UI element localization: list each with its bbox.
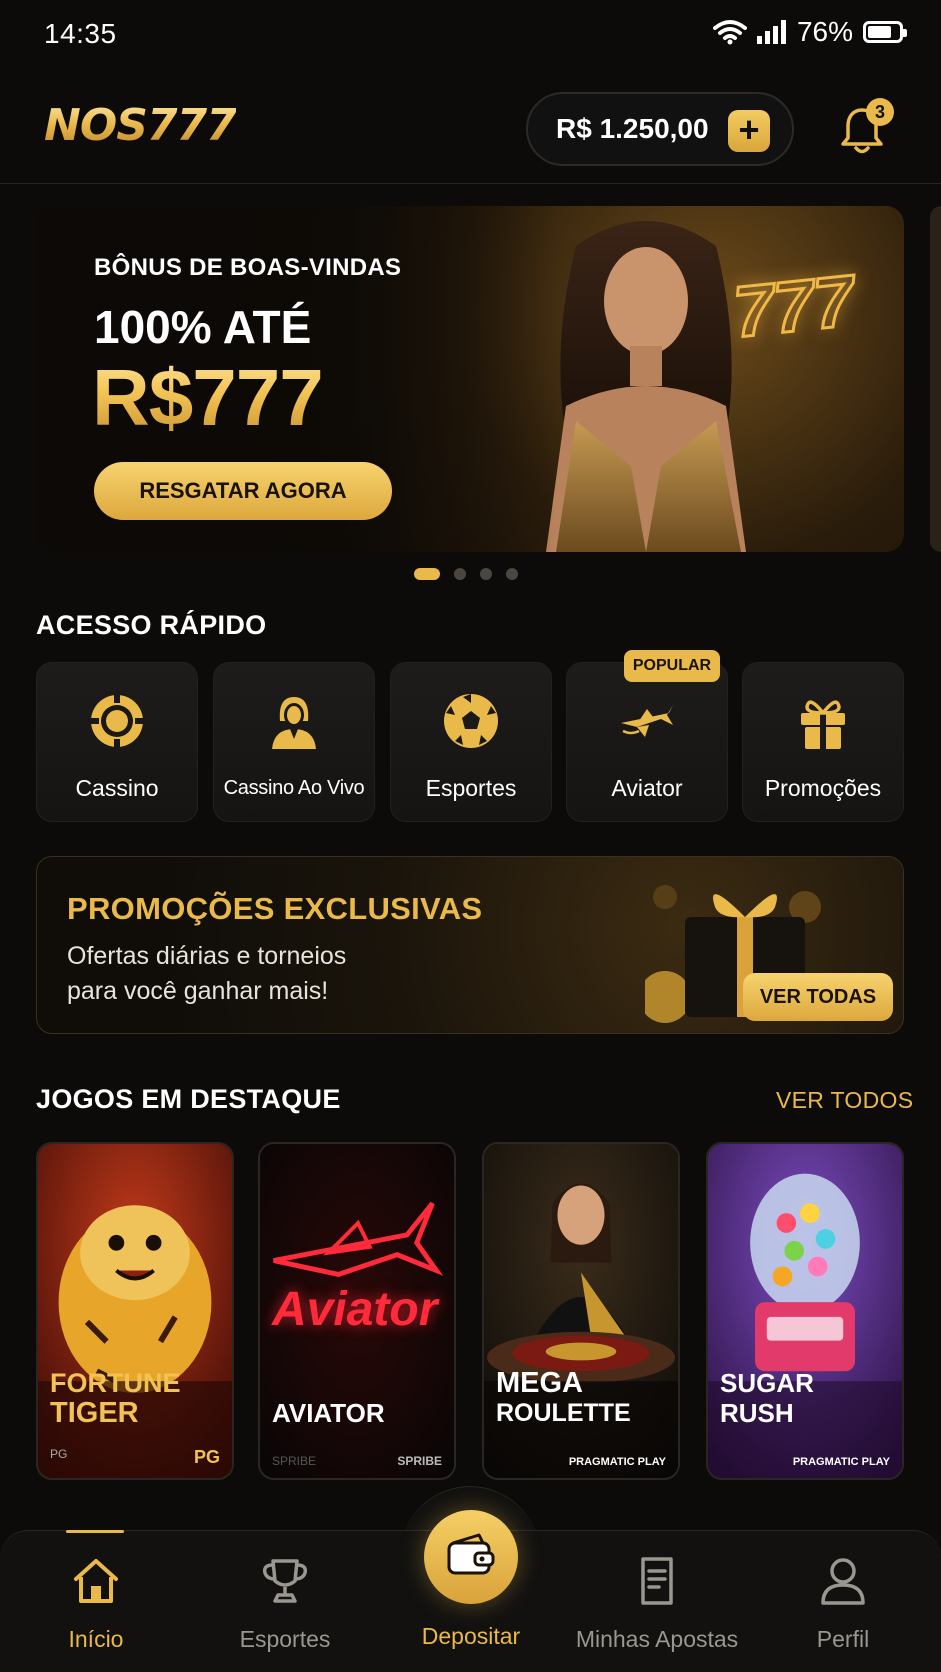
balance-pill[interactable]: R$ 1.250,00 +	[526, 92, 794, 166]
game-title-line2: ROULETTE	[496, 1399, 631, 1427]
gift-icon	[801, 700, 845, 749]
provider-left: PG	[50, 1447, 68, 1461]
nav-label: Perfil	[816, 1626, 870, 1652]
game-provider: SPRIBE SPRIBE	[272, 1454, 442, 1468]
wallet-icon	[447, 1533, 495, 1575]
nav-minhas-apostas[interactable]: Minhas Apostas	[572, 1555, 742, 1653]
deposit-button[interactable]	[424, 1510, 518, 1604]
aviator-logo-text: Aviator	[272, 1283, 438, 1336]
quick-access-label: Promoções	[764, 775, 882, 801]
game-title-line1: MEGA	[496, 1367, 583, 1399]
promo-subtitle: Ofertas diárias e torneios para você gan…	[67, 942, 347, 1005]
game-provider: PRAGMATIC PLAY	[720, 1456, 890, 1468]
wifi-icon	[712, 20, 747, 45]
hero-amount: R$777	[92, 353, 324, 442]
soccer-ball-icon	[444, 694, 498, 748]
notification-badge: 3	[866, 98, 894, 126]
quick-access-title: ACESSO RÁPIDO	[36, 610, 267, 640]
nav-label: Início	[68, 1626, 124, 1652]
nav-active-indicator	[66, 1530, 124, 1533]
balance-amount: R$ 1.250,00	[556, 113, 709, 144]
hero-banner[interactable]: 777 BÔNUS DE BOAS-VINDAS 100% ATÉ R$777 …	[36, 206, 904, 552]
game-provider: PRAGMATIC PLAY	[496, 1456, 666, 1468]
carousel-dots	[414, 568, 518, 580]
claim-bonus-button[interactable]: RESGATAR AGORA	[94, 462, 392, 520]
status-time: 14:35	[44, 18, 117, 49]
quick-access-esportes[interactable]: Esportes	[390, 662, 552, 822]
game-card-aviator[interactable]: Aviator AVIATOR SPRIBE SPRIBE	[258, 1142, 456, 1480]
carousel-dot[interactable]	[480, 568, 492, 580]
game-card-fortune-tiger[interactable]: FORTUNE TIGER PG PG	[36, 1142, 234, 1480]
status-right: 76%	[712, 16, 907, 48]
live-dealer-icon	[272, 697, 316, 749]
featured-games-title: JOGOS EM DESTAQUE	[36, 1084, 341, 1114]
quick-access-label: Cassino	[75, 775, 159, 801]
nav-label: Minhas Apostas	[575, 1626, 739, 1652]
quick-access-label: Aviator	[611, 775, 683, 801]
provider-right: PRAGMATIC PLAY	[568, 1456, 666, 1468]
nav-label: Depositar	[421, 1623, 521, 1649]
notifications-button[interactable]: 3	[838, 98, 894, 158]
game-title-line1: FORTUNE	[50, 1368, 181, 1398]
quick-access-label: Cassino Ao Vivo	[223, 777, 365, 799]
game-card-sugar-rush[interactable]: SUGAR RUSH PRAGMATIC PLAY	[706, 1142, 904, 1480]
see-all-promotions-button[interactable]: VER TODAS	[743, 973, 893, 1021]
see-all-games-link[interactable]: VER TODOS	[776, 1087, 913, 1114]
next-banner-peek[interactable]	[930, 206, 941, 552]
hero-eyebrow: BÔNUS DE BOAS-VINDAS	[94, 254, 402, 281]
game-provider: PG PG	[50, 1447, 220, 1468]
game-title-line2: TIGER	[50, 1397, 139, 1429]
quick-access-cassino[interactable]: Cassino	[36, 662, 198, 822]
battery-fill	[868, 26, 891, 38]
provider-right: PRAGMATIC PLAY	[792, 1456, 890, 1468]
game-title-line2: RUSH	[720, 1398, 794, 1428]
bet-slip-icon	[641, 1557, 673, 1605]
quick-access-cassino-ao-vivo[interactable]: Cassino Ao Vivo	[213, 662, 375, 822]
provider-left: SPRIBE	[272, 1454, 317, 1468]
quick-access-promocoes[interactable]: Promoções	[742, 662, 904, 822]
nav-label: Esportes	[239, 1626, 331, 1652]
add-funds-button[interactable]: +	[728, 110, 770, 152]
quick-access-label: Esportes	[425, 775, 517, 801]
status-bar: 14:35 76%	[0, 0, 941, 66]
carousel-dot[interactable]	[414, 568, 440, 580]
provider-right: PG	[193, 1447, 220, 1467]
game-title-line1: SUGAR	[720, 1368, 814, 1398]
promo-title: PROMOÇÕES EXCLUSIVAS	[67, 891, 483, 926]
trophy-icon	[262, 1559, 308, 1603]
popular-badge: POPULAR	[624, 650, 720, 682]
provider-right: SPRIBE	[397, 1454, 442, 1468]
nav-depositar[interactable]: Depositar	[386, 1623, 556, 1650]
battery-percent: 76%	[796, 16, 853, 47]
carousel-dot[interactable]	[506, 568, 518, 580]
game-title: AVIATOR	[272, 1398, 385, 1428]
promotions-banner[interactable]: PROMOÇÕES EXCLUSIVAS Ofertas diárias e t…	[36, 856, 904, 1034]
game-title: MEGA ROULETTE	[496, 1368, 631, 1428]
nav-inicio[interactable]: Início	[11, 1555, 181, 1653]
game-card-mega-roulette[interactable]: MEGA ROULETTE PRAGMATIC PLAY	[482, 1142, 680, 1480]
home-icon	[74, 1559, 118, 1603]
app-logo[interactable]: NOS777	[44, 100, 237, 151]
airplane-icon	[621, 705, 673, 737]
user-icon	[821, 1558, 865, 1605]
casino-chip-icon	[89, 693, 145, 749]
quick-access-aviator[interactable]: Aviator	[566, 662, 728, 822]
game-title: SUGAR RUSH	[720, 1368, 814, 1428]
app-header: NOS777 R$ 1.250,00 + 3	[0, 70, 941, 184]
carousel-dot[interactable]	[454, 568, 466, 580]
signal-icon	[756, 20, 786, 44]
hero-headline: 100% ATÉ	[94, 301, 312, 353]
battery-icon	[863, 21, 907, 43]
nav-perfil[interactable]: Perfil	[758, 1555, 928, 1653]
game-title: FORTUNE TIGER	[50, 1368, 181, 1428]
nav-esportes[interactable]: Esportes	[200, 1555, 370, 1653]
